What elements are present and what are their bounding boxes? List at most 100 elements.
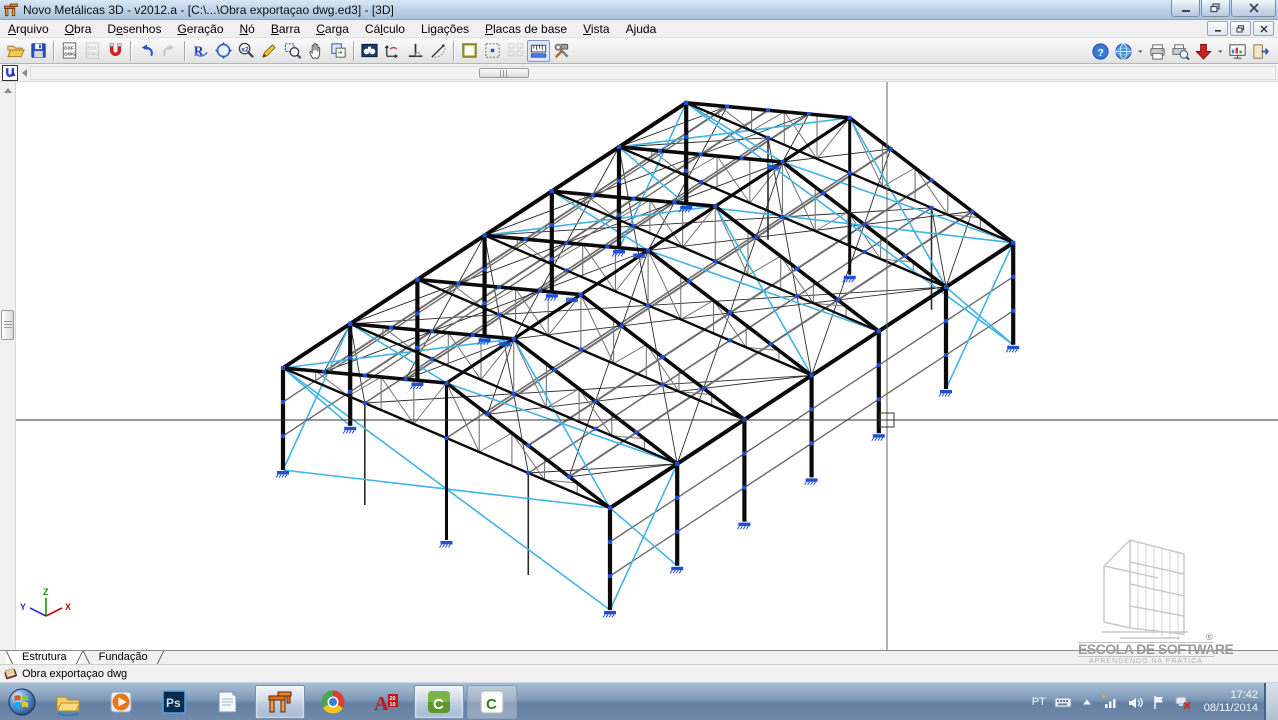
dimension-button[interactable] — [527, 40, 550, 62]
menu-vista[interactable]: Vista — [575, 20, 617, 38]
taskbar-app-explorer[interactable] — [43, 685, 93, 719]
zoom-x2-button[interactable]: x2 — [235, 40, 258, 62]
toolbar-left: DXFDWGED3DWG Rx2 — [0, 40, 573, 62]
menu-barra[interactable]: Barra — [263, 20, 308, 38]
grid-icon — [506, 41, 525, 60]
show-desktop-button[interactable] — [1264, 683, 1278, 720]
dimension-icon — [529, 41, 548, 60]
menu-placas-de-base[interactable]: Placas de base — [477, 20, 575, 38]
keyboard-tray-icon[interactable] — [1054, 693, 1072, 711]
menu-ajuda[interactable]: Ajuda — [618, 20, 665, 38]
svg-text:Ps: Ps — [166, 696, 181, 710]
menu-geracao[interactable]: Geração — [169, 20, 231, 38]
taskbar-app-notepad[interactable] — [202, 685, 252, 719]
help-button[interactable]: ? — [1089, 40, 1112, 62]
menu-calculo[interactable]: Cálculo — [357, 20, 413, 38]
action-center-tray-icon[interactable] — [1150, 693, 1168, 711]
presentation-icon — [1228, 42, 1247, 61]
minimize-button[interactable] — [1171, 0, 1200, 17]
presentation-button[interactable] — [1226, 40, 1249, 62]
redo-button[interactable] — [158, 40, 181, 62]
scroll-left-arrow[interactable] — [22, 69, 27, 77]
network-signal-tray-icon[interactable]: * — [1102, 693, 1120, 711]
menu-obra[interactable]: Obra — [57, 20, 100, 38]
frame-select-button[interactable] — [458, 40, 481, 62]
taskbar-app-photoshop[interactable]: Ps — [149, 685, 199, 719]
start-button[interactable] — [4, 685, 40, 719]
redraw-button[interactable]: R — [189, 40, 212, 62]
pan-hand-button[interactable] — [304, 40, 327, 62]
application-window: Novo Metálicas 3D - v2012.a - [C:\...\Ob… — [0, 0, 1278, 720]
show-hidden-tray-icon[interactable] — [1078, 693, 1096, 711]
mdi-close-button[interactable] — [1253, 21, 1274, 36]
copy-view-button[interactable] — [327, 40, 350, 62]
tab-estrutura[interactable]: Estrutura — [6, 651, 83, 664]
menu-ligacoes[interactable]: Ligações — [413, 20, 477, 38]
export-dxf-icon: DXFDWG — [60, 41, 79, 60]
open-file-icon — [6, 41, 25, 60]
clock[interactable]: 17:42 08/11/2014 — [1204, 689, 1258, 715]
media-player-icon — [107, 688, 135, 716]
tray-icons: * — [1054, 693, 1198, 711]
rotate-axes-button[interactable] — [381, 40, 404, 62]
grid-button[interactable] — [504, 40, 527, 62]
edit-pencil-button[interactable] — [258, 40, 281, 62]
node-select-button[interactable] — [481, 40, 504, 62]
perpendicular-button[interactable] — [404, 40, 427, 62]
taskbar-app-autocad[interactable]: A2010 — [361, 685, 411, 719]
export-dwg-icon: ED3DWG — [83, 41, 102, 60]
restore-button[interactable] — [1201, 0, 1230, 17]
camtasia-studio-icon: C — [478, 688, 506, 716]
print-preview-icon — [1171, 42, 1190, 61]
volume-tray-icon[interactable] — [1126, 693, 1144, 711]
export-red-dropdown-caret[interactable] — [1215, 40, 1226, 62]
zoom-extents-button[interactable] — [212, 40, 235, 62]
taskbar-app-chrome[interactable] — [308, 685, 358, 719]
exit-door-button[interactable] — [1249, 40, 1272, 62]
export-red-button[interactable] — [1192, 40, 1215, 62]
taskbar-app-media-player[interactable] — [96, 685, 146, 719]
print-preview-button[interactable] — [1169, 40, 1192, 62]
svg-text:DWG: DWG — [87, 52, 99, 58]
menu-desenhos[interactable]: Desenhos — [99, 20, 169, 38]
export-dxf-button[interactable]: DXFDWG — [58, 40, 81, 62]
export-dwg-button[interactable]: ED3DWG — [81, 40, 104, 62]
close-button[interactable] — [1231, 0, 1276, 17]
vertical-scrollbar-handle[interactable] — [1, 310, 14, 340]
magnet-icon — [106, 41, 125, 60]
rotate-view-button[interactable] — [2, 65, 18, 81]
taskbar-app-camtasia-studio[interactable]: C — [467, 685, 517, 719]
menu-arquivo[interactable]: Arquivo — [0, 20, 57, 38]
world-view-dropdown-caret[interactable] — [1135, 40, 1146, 62]
mdi-minimize-button[interactable] — [1207, 21, 1228, 36]
taskbar-app-camtasia-recorder[interactable]: C — [414, 685, 464, 719]
language-indicator[interactable]: PT — [1032, 696, 1046, 708]
horizontal-scrollbar-handle[interactable] — [479, 68, 529, 78]
menu-items: ArquivoObraDesenhosGeraçãoNóBarraCargaCá… — [0, 20, 664, 38]
horizontal-scrollbar[interactable] — [30, 66, 1276, 80]
menu-carga[interactable]: Carga — [308, 20, 357, 38]
taskbar-app-metalicas-3d[interactable] — [255, 685, 305, 719]
save-button[interactable] — [27, 40, 50, 62]
world-view-button[interactable] — [1112, 40, 1135, 62]
print-button[interactable] — [1146, 40, 1169, 62]
measure-angle-icon — [429, 41, 448, 60]
open-file-button[interactable] — [4, 40, 27, 62]
caret-down-icon — [1136, 42, 1145, 61]
save-icon — [29, 41, 48, 60]
measure-angle-button[interactable] — [427, 40, 450, 62]
menu-no[interactable]: Nó — [232, 20, 263, 38]
undo-button[interactable] — [135, 40, 158, 62]
status-document-name: Obra exportaçao dwg — [22, 668, 127, 680]
tab-fundacao[interactable]: Fundação — [83, 651, 164, 664]
no-internet-tray-icon[interactable] — [1174, 693, 1192, 711]
tools-button[interactable] — [550, 40, 573, 62]
mdi-minimize-icon — [1214, 25, 1222, 32]
3d-viewport[interactable]: ZXY — [16, 82, 1278, 650]
binoculars-window-button[interactable] — [358, 40, 381, 62]
windows-start-icon — [7, 687, 37, 717]
scroll-up-arrow[interactable] — [4, 88, 12, 93]
zoom-window-button[interactable] — [281, 40, 304, 62]
magnet-button[interactable] — [104, 40, 127, 62]
mdi-restore-button[interactable] — [1230, 21, 1251, 36]
